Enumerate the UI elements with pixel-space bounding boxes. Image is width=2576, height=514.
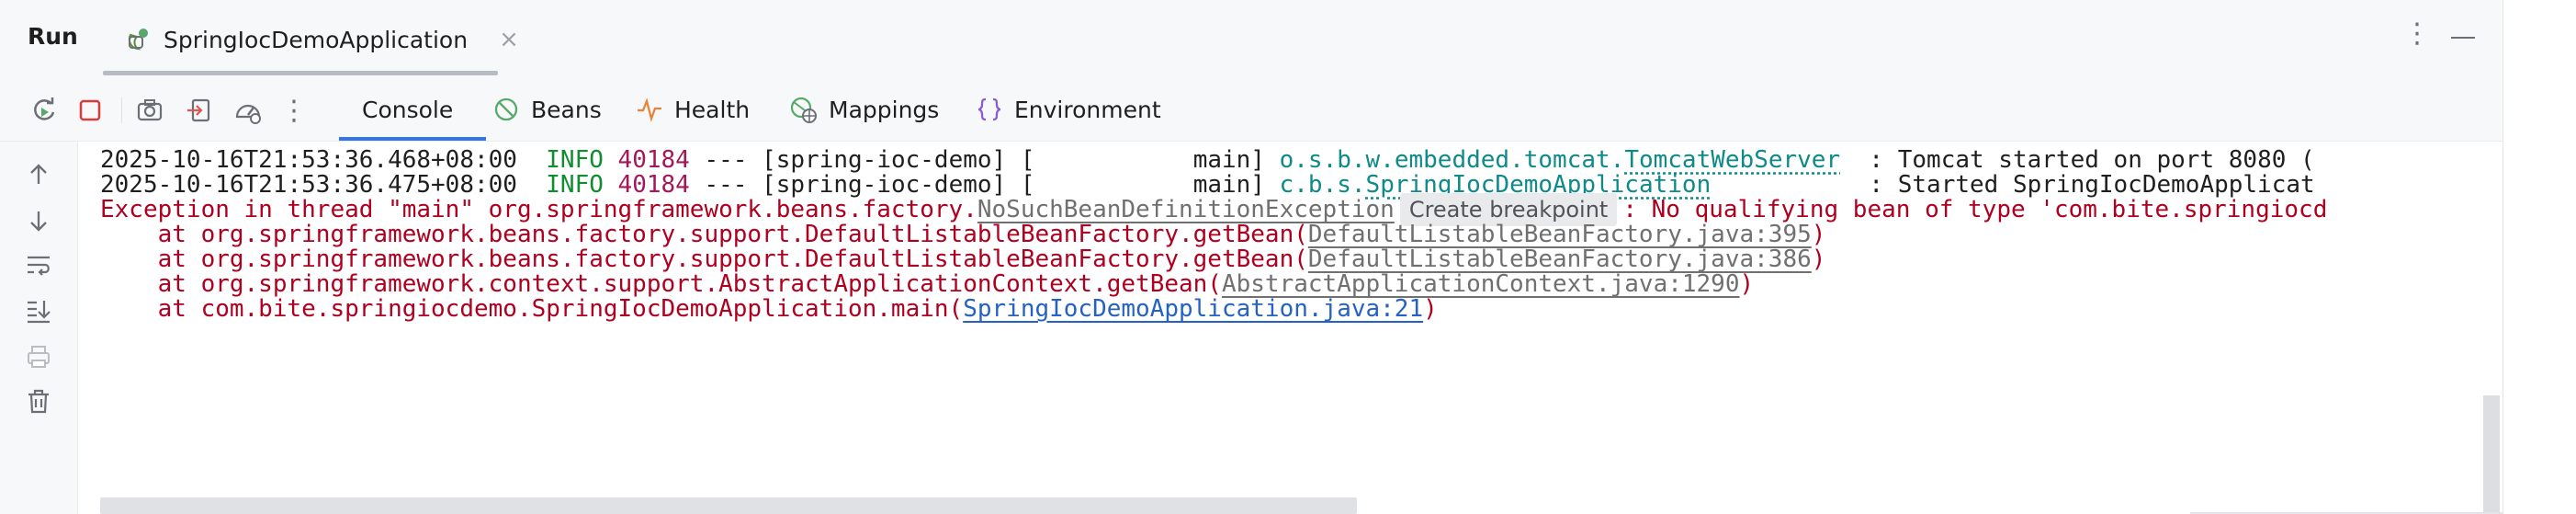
profiler-icon[interactable] — [230, 92, 266, 129]
down-arrow-icon[interactable] — [20, 202, 57, 239]
run-tab-springiocdemoapplication[interactable]: SpringIocDemoApplication × — [125, 17, 519, 63]
trash-icon[interactable] — [20, 383, 57, 419]
stack-frame-close: ) — [1739, 270, 1755, 298]
stack-frame-source-link[interactable]: SpringIocDemoApplication.java:21 — [963, 295, 1423, 323]
tab-console-label: Console — [362, 96, 454, 123]
rerun-glyph — [34, 97, 55, 120]
up-arrow-icon[interactable] — [20, 156, 57, 193]
stack-frame-text: at com.bite.springiocdemo.SpringIocDemoA… — [100, 295, 964, 323]
mappings-icon — [790, 97, 817, 123]
run-tab-underline — [103, 71, 498, 75]
toolbar-separator — [121, 97, 122, 123]
run-tool-window: Run SpringIocDemoApplication × ⋮ ⋮ Conso… — [0, 0, 2503, 514]
stack-frame-close: ) — [1811, 246, 1826, 273]
stack-frame: at com.bite.springiocdemo.SpringIocDemoA… — [100, 291, 1438, 327]
more-options-icon[interactable]: ⋮ — [2403, 20, 2431, 48]
stop-icon[interactable] — [72, 92, 108, 129]
close-tab-icon[interactable]: × — [499, 26, 519, 53]
tab-mappings[interactable]: Mappings — [788, 88, 939, 131]
stack-frame-close: ) — [1423, 295, 1438, 323]
tab-beans-label: Beans — [531, 96, 602, 123]
rerun-icon[interactable] — [26, 92, 62, 129]
tab-health-label: Health — [674, 96, 751, 123]
run-tool-window-title: Run — [28, 23, 78, 50]
camera-glyph — [137, 99, 163, 121]
stop-glyph — [79, 99, 101, 121]
console-output[interactable]: 2025-10-16T21:53:36.468+08:00 INFO 40184… — [78, 142, 2503, 514]
scroll-to-end-icon[interactable] — [20, 292, 57, 329]
beans-icon — [494, 97, 518, 121]
camera-icon[interactable] — [131, 92, 168, 129]
right-tool-strip — [2503, 0, 2576, 514]
vertical-scrollbar[interactable] — [2483, 395, 2500, 514]
tab-mappings-label: Mappings — [829, 96, 940, 123]
up-arrow-glyph — [30, 164, 47, 184]
tab-health[interactable]: Health — [636, 88, 750, 131]
console-gutter — [0, 142, 78, 514]
soft-wrap-glyph — [28, 256, 50, 276]
horizontal-scrollbar[interactable] — [100, 497, 1357, 514]
tab-console[interactable]: Console — [362, 88, 453, 131]
environment-icon — [977, 97, 1001, 121]
print-glyph — [28, 346, 50, 368]
trash-glyph — [28, 389, 49, 414]
spring-run-config-icon — [128, 29, 148, 51]
toolbar-more-icon[interactable]: ⋮ — [276, 92, 312, 129]
tab-beans[interactable]: Beans — [492, 88, 602, 131]
run-tab-label: SpringIocDemoApplication — [164, 26, 469, 53]
soft-wrap-icon[interactable] — [20, 246, 57, 283]
tab-environment[interactable]: Environment — [976, 88, 1161, 131]
health-icon — [638, 97, 661, 122]
print-icon[interactable] — [20, 338, 57, 375]
minimize-icon[interactable] — [2451, 37, 2475, 39]
down-arrow-glyph — [30, 211, 47, 232]
restore-layout-icon[interactable] — [181, 92, 218, 129]
restore-layout-glyph — [187, 98, 210, 122]
scroll-to-end-glyph — [28, 301, 51, 324]
tab-environment-label: Environment — [1014, 96, 1161, 123]
profiler-glyph — [235, 104, 261, 124]
